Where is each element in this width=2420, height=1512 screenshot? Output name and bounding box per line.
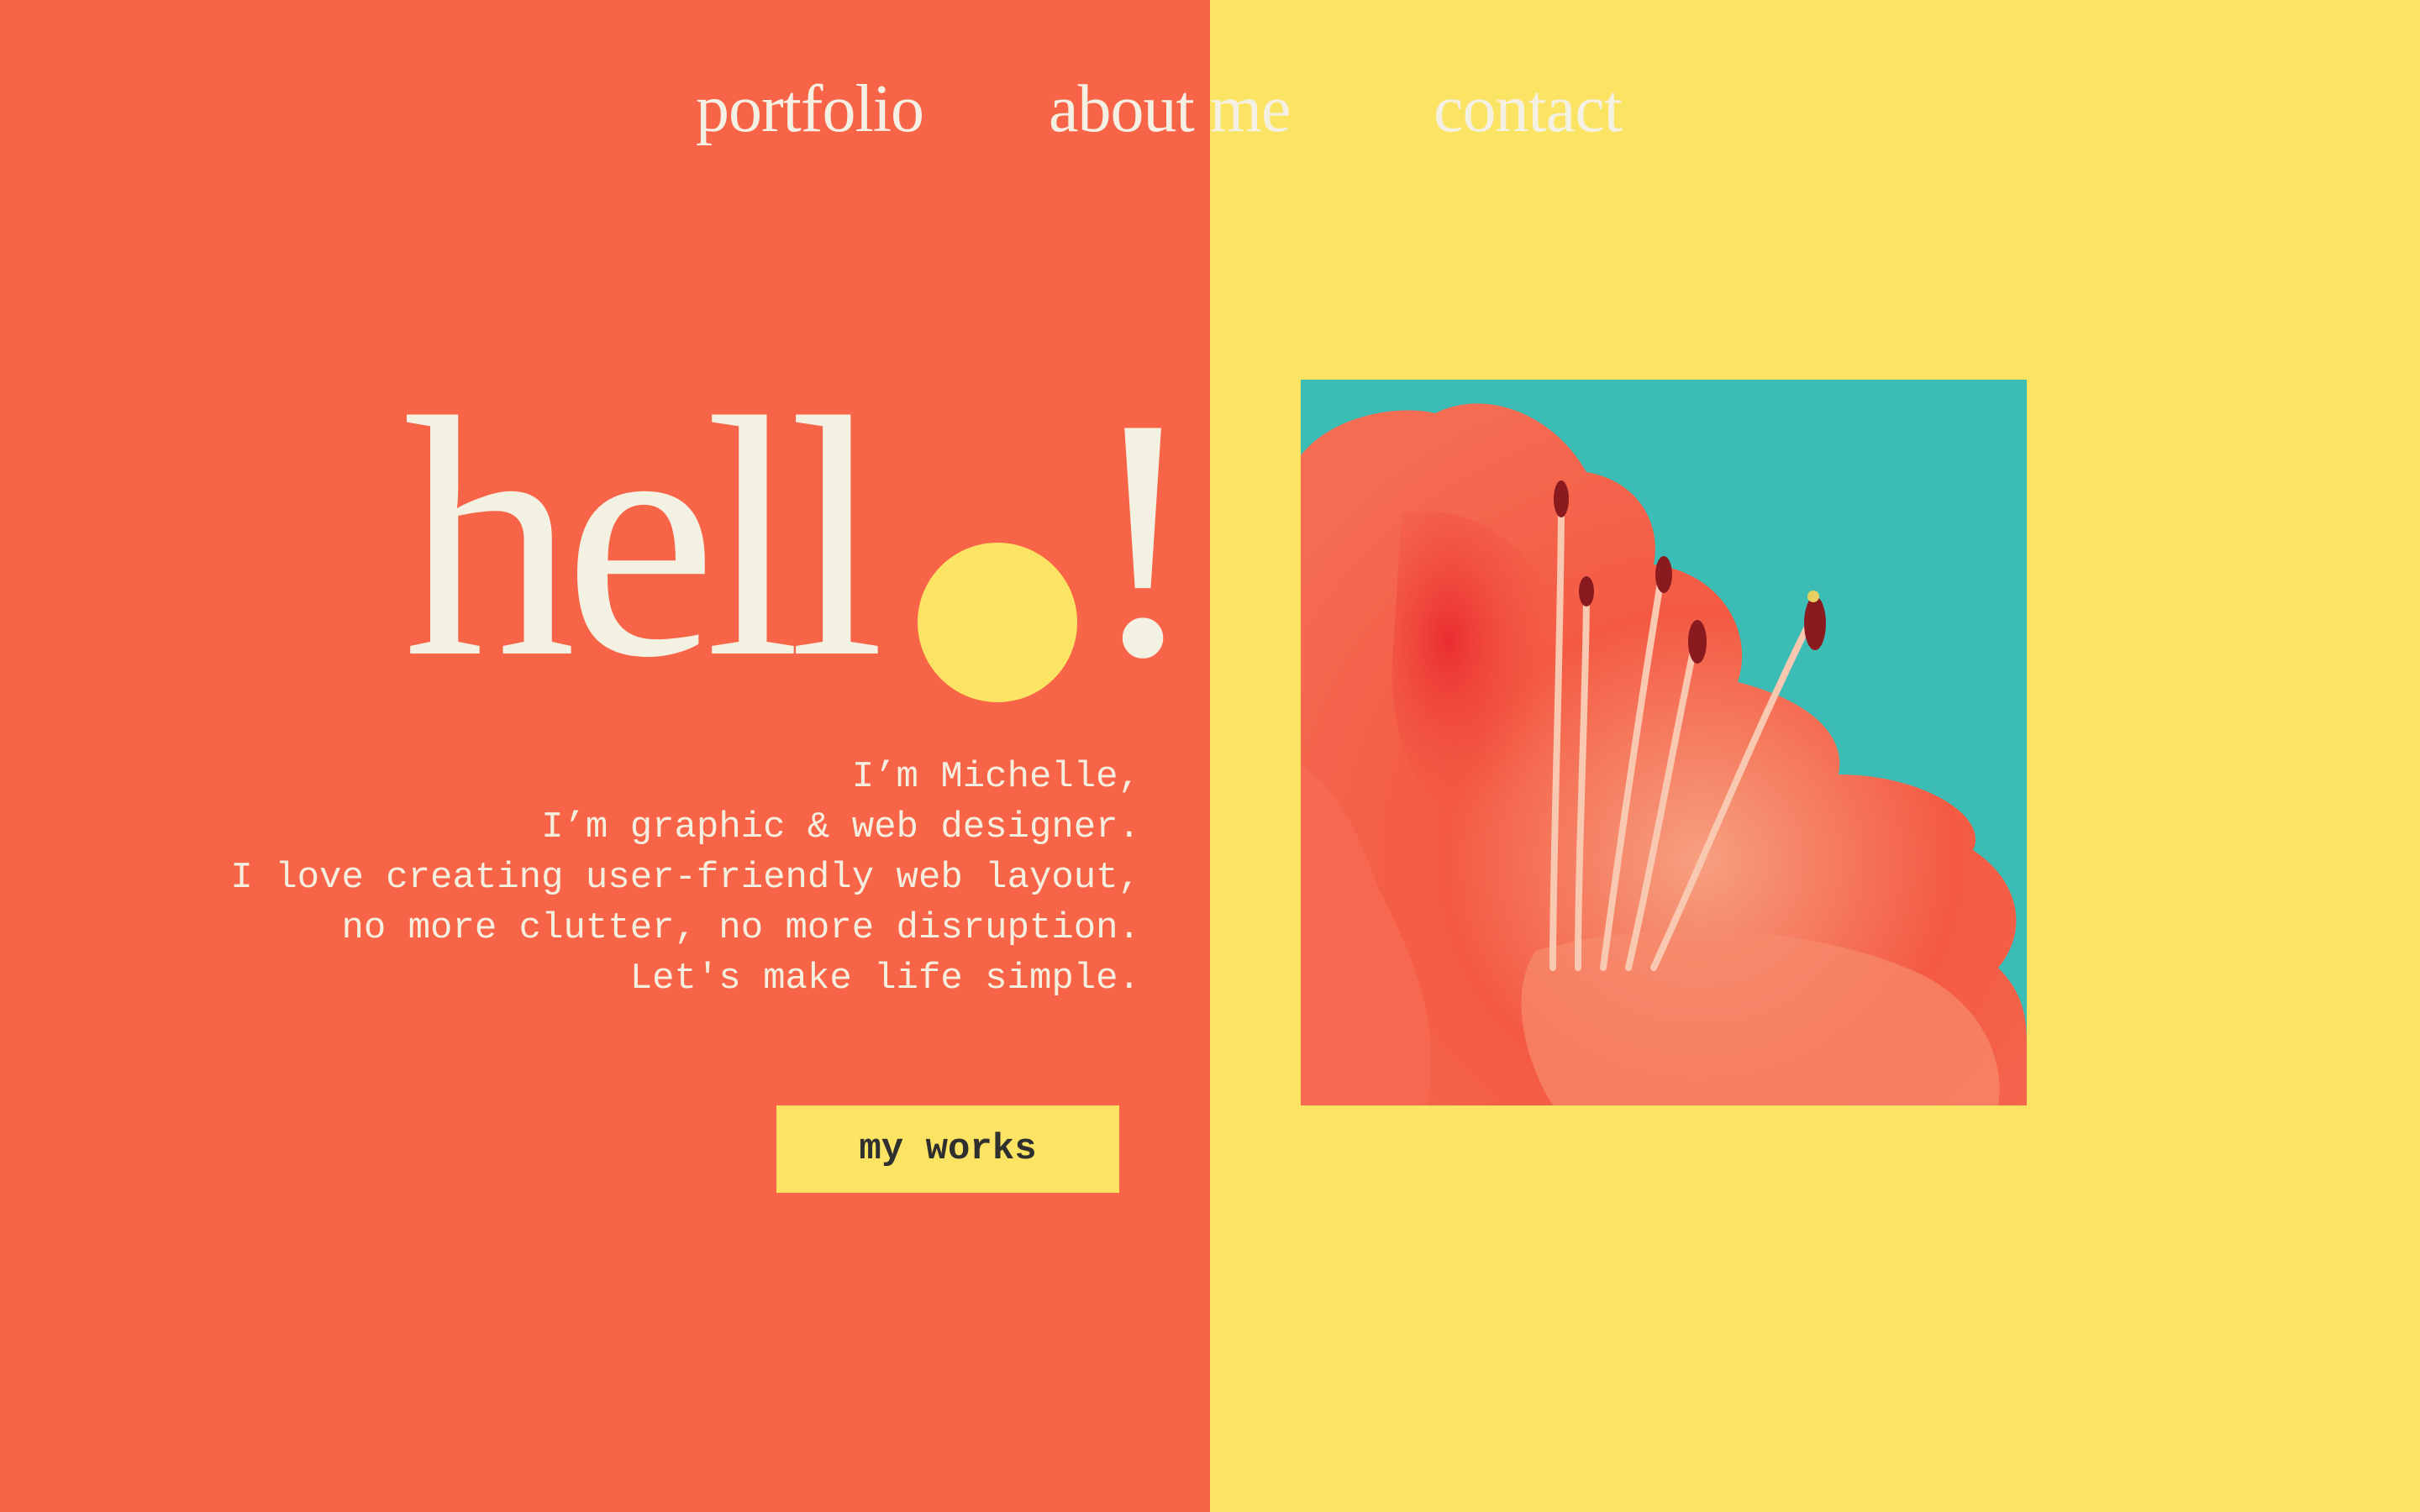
top-navigation: portfolio about me contact <box>0 59 2420 160</box>
bio-text: I’m Michelle, I’m graphic & web designer… <box>132 752 1140 1004</box>
yellow-circle-o <box>918 543 1077 702</box>
bio-line: Let's make life simple. <box>629 958 1140 1000</box>
flower-illustration <box>1301 380 2027 1105</box>
nav-link-portfolio[interactable]: portfolio <box>696 59 924 160</box>
hero-greeting: hell ! <box>403 347 1201 728</box>
flower-photo <box>1301 380 2027 1105</box>
bio-line: I love creating user-friendly web layout… <box>230 857 1140 899</box>
greeting-text: hell <box>403 347 885 728</box>
bio-line: I’m Michelle, <box>851 756 1140 798</box>
nav-link-about-me[interactable]: about me <box>1049 59 1291 160</box>
bio-line: no more clutter, no more disruption. <box>341 907 1140 949</box>
bio-line: I’m graphic & web designer. <box>541 806 1140 848</box>
nav-link-contact[interactable]: contact <box>1434 59 1623 160</box>
greeting-exclamation: ! <box>1086 347 1201 728</box>
my-works-button[interactable]: my works <box>776 1105 1119 1193</box>
